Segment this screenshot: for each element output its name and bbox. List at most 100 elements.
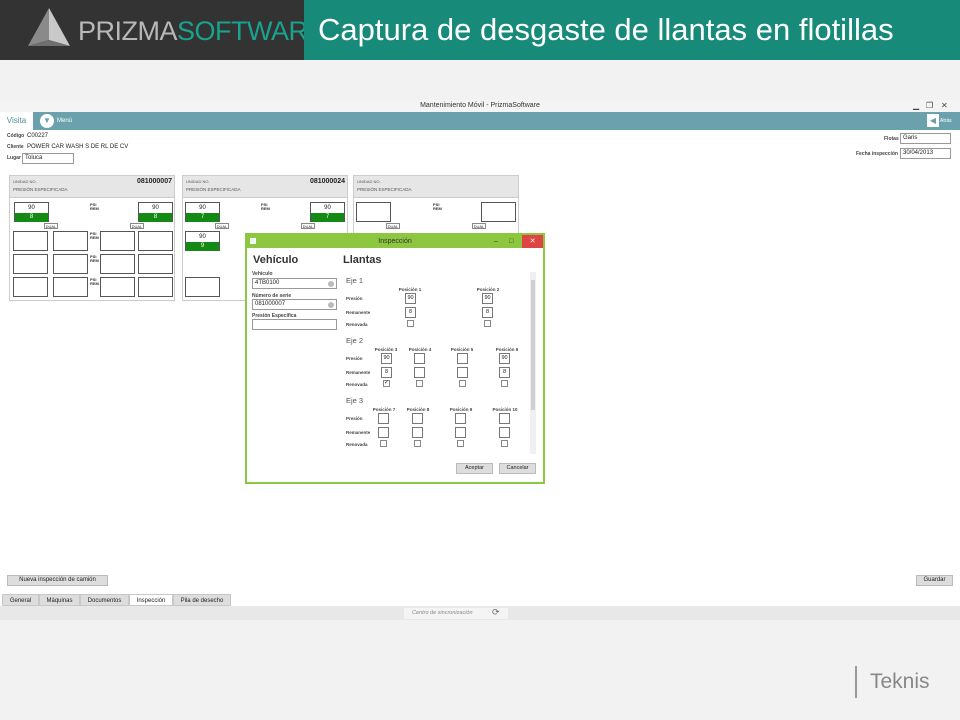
maximize-icon[interactable]: ❐ [926,100,933,112]
cancelar-button[interactable]: Cancelar [499,463,536,474]
new-inspection-button[interactable]: Nueva inspección de camión [7,575,108,586]
rem-text: REM [90,206,99,211]
lookup-icon[interactable] [328,302,334,308]
p6-remanente-input[interactable]: 8 [499,367,510,378]
slide-title: Captura de desgaste de llantas en flotil… [318,12,894,47]
back-icon[interactable]: ◀ [927,114,939,127]
pyramid-logo-icon [28,8,70,46]
p5-renovada-checkbox[interactable] [459,380,466,387]
p10-presion-input[interactable] [499,413,510,424]
tire-box[interactable] [100,254,135,274]
p1-presion-input[interactable]: 90 [405,293,416,304]
tire-box[interactable] [185,277,220,297]
vehiculo-heading: Vehículo [253,254,299,266]
p8-presion-input[interactable] [412,413,423,424]
rem-text: REM [261,206,270,211]
unit-number: 081000007 [136,178,172,185]
p6-presion-input[interactable]: 90 [499,353,510,364]
card-header: UNIDAD NO. PRESIÓN ESPECIFICADA [354,176,518,198]
presion-especifica-input[interactable] [252,319,337,330]
tab-documentos[interactable]: Documentos [80,594,129,606]
p7-renovada-checkbox[interactable] [380,440,387,447]
tire-box[interactable] [53,254,88,274]
p9-renovada-checkbox[interactable] [457,440,464,447]
p10-renovada-checkbox[interactable] [501,440,508,447]
p4-renovada-checkbox[interactable] [416,380,423,387]
eje-2-label: Eje 2 [346,336,364,345]
tire-remanent: 7 [186,213,219,222]
p2-remanente-input[interactable]: 8 [482,307,493,318]
tire-box[interactable]: 90 7 [185,202,220,222]
tire-box[interactable] [138,254,173,274]
tire-box[interactable] [138,231,173,251]
lookup-icon[interactable] [328,281,334,287]
p6-renovada-checkbox[interactable] [501,380,508,387]
p10-remanente-input[interactable] [499,427,510,438]
p3-presion-input[interactable]: 90 [381,353,392,364]
presion-label: PRESIÓN ESPECIFICADA [13,187,68,192]
tire-remanent: 8 [15,213,48,222]
codigo-label: Código [7,133,25,139]
tire-box[interactable] [13,231,48,251]
tire-box[interactable] [100,277,135,297]
back-button[interactable]: Atrás [940,112,952,130]
close-icon[interactable]: ✕ [941,100,948,112]
p7-presion-input[interactable] [378,413,389,424]
vehiculo-input[interactable]: 4TB0100 [252,278,337,289]
dual-tag: DUAL [386,223,400,229]
tire-box[interactable] [100,231,135,251]
tire-box[interactable]: 90 7 [310,202,345,222]
tab-general[interactable]: General [2,594,39,606]
tab-pila-desecho[interactable]: Pila de desecho [173,594,231,606]
p1-renovada-checkbox[interactable] [407,320,414,327]
rem-text: REM [90,281,99,286]
p7-remanente-input[interactable] [378,427,389,438]
tire-box[interactable]: 90 8 [138,202,173,222]
dialog-title: Inspección [247,235,543,248]
sync-icon[interactable]: ⟳ [492,607,500,618]
flotas-input[interactable]: Garis [900,133,951,144]
tire-box[interactable]: 90 8 [14,202,49,222]
p3-remanente-input[interactable]: 8 [381,367,392,378]
p9-remanente-input[interactable] [455,427,466,438]
p8-remanente-input[interactable] [412,427,423,438]
p5-presion-input[interactable] [457,353,468,364]
vehicle-card[interactable]: UNIDAD NO. 081000007 PRESIÓN ESPECIFICAD… [9,175,175,301]
chevron-down-icon[interactable]: ▼ [40,114,54,128]
tire-box[interactable] [481,202,516,222]
tab-visita[interactable]: Visita [0,112,33,130]
p4-remanente-input[interactable] [414,367,425,378]
dialog-close-icon[interactable]: ✕ [522,235,543,248]
dialog-maximize-icon[interactable]: □ [509,235,513,248]
dual-tag: DUAL [472,223,486,229]
tire-remanent: 7 [311,213,344,222]
tire-box[interactable] [13,254,48,274]
tire-box[interactable] [138,277,173,297]
scrollbar-thumb[interactable] [531,280,535,410]
dialog-minimize-icon[interactable]: – [494,235,498,248]
fecha-input[interactable]: 30/04/2013 [900,148,951,159]
p5-remanente-input[interactable] [457,367,468,378]
serie-input[interactable]: 081000007 [252,299,337,310]
remanente-row-label: Remanente [346,430,371,435]
tire-box[interactable] [53,231,88,251]
p9-presion-input[interactable] [455,413,466,424]
tire-box[interactable]: 90 9 [185,231,220,251]
save-button[interactable]: Guardar [916,575,953,586]
lugar-input[interactable]: Toluca [22,153,74,164]
tire-box[interactable] [356,202,391,222]
p2-presion-input[interactable]: 90 [482,293,493,304]
tire-box[interactable] [13,277,48,297]
tab-inspeccion[interactable]: Inspección [129,594,173,606]
renovada-row-label: Renovada [346,322,368,327]
tire-box[interactable] [53,277,88,297]
tab-maquinas[interactable]: Máquinas [39,594,80,606]
p4-presion-input[interactable] [414,353,425,364]
p1-remanente-input[interactable]: 8 [405,307,416,318]
p2-renovada-checkbox[interactable] [484,320,491,327]
menu-button[interactable]: Menú [57,112,72,130]
minimize-icon[interactable]: ▁ [913,100,919,112]
p8-renovada-checkbox[interactable] [414,440,421,447]
aceptar-button[interactable]: Aceptar [456,463,493,474]
p3-renovada-checkbox[interactable]: ✓ [383,380,390,387]
